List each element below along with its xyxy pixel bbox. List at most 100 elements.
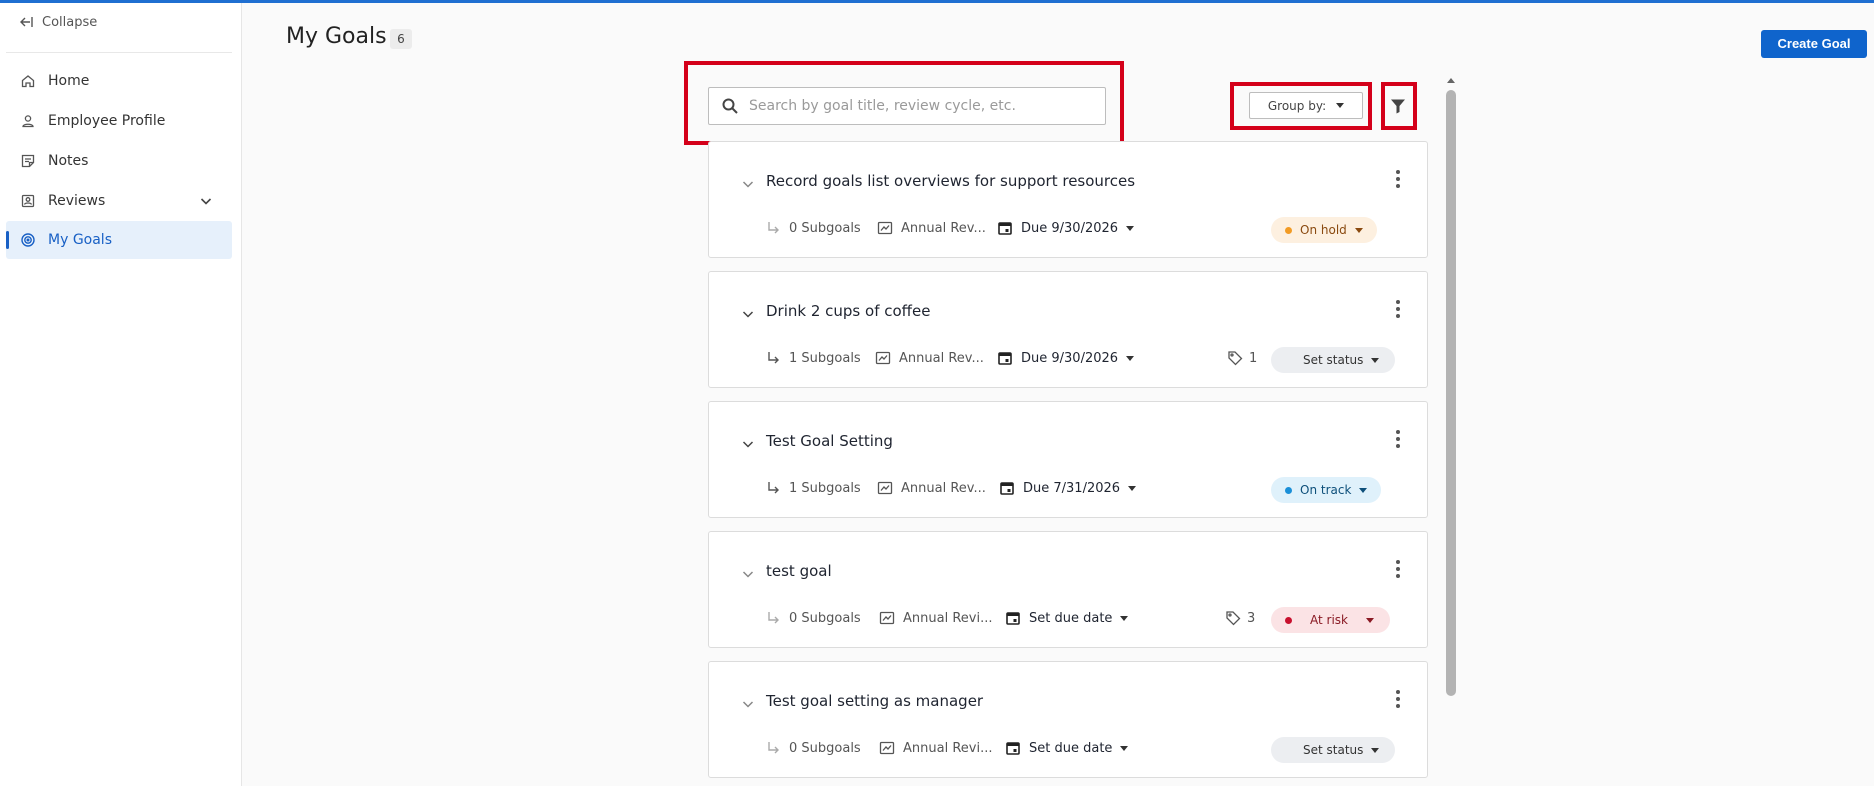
goal-title[interactable]: Drink 2 cups of coffee [766,302,930,320]
search-input[interactable] [749,98,1089,114]
filter-icon [1391,99,1405,114]
create-goal-button[interactable]: Create Goal [1761,30,1867,58]
review-cycle-icon [877,221,893,235]
goal-title[interactable]: Test Goal Setting [766,432,893,450]
sidebar-item-employee-profile[interactable]: Employee Profile [6,102,232,140]
sidebar: Collapse Home Employee Profile Notes Rev… [0,3,242,786]
subgoals-info: 0 Subgoals [765,740,861,756]
target-icon [21,233,35,247]
chevron-down-icon[interactable] [741,697,755,711]
tags-info[interactable]: 3 [1225,610,1255,626]
subgoals-info: 1 Subgoals [765,350,861,366]
calendar-icon [998,222,1012,235]
scrollbar[interactable] [1444,78,1458,786]
sidebar-item-home[interactable]: Home [6,62,232,100]
subgoals-count: 1 Subgoals [789,480,861,496]
more-options-icon[interactable] [1395,560,1401,578]
review-cycle: Annual Rev... [877,220,986,236]
scrollbar-thumb[interactable] [1446,90,1456,696]
subgoals-count: 0 Subgoals [789,740,861,756]
status-label: On track [1300,483,1352,497]
status-label: At risk [1310,613,1348,627]
goal-title[interactable]: test goal [766,562,832,580]
tags-count: 1 [1249,350,1258,366]
chevron-down-icon[interactable] [741,177,755,191]
collapse-label: Collapse [42,14,98,30]
chevron-down-icon[interactable] [198,193,214,209]
goal-card[interactable]: test goal 0 Subgoals Annual Revi... Set … [708,531,1428,648]
review-cycle-label: Annual Revi... [903,610,993,626]
goal-title[interactable]: Test goal setting as manager [766,692,983,710]
subgoals-info: 0 Subgoals [765,220,861,236]
caret-down-icon [1336,103,1345,108]
caret-down-icon [1126,355,1135,361]
status-dot [1285,486,1292,494]
due-date-dropdown[interactable]: Due 9/30/2026 [997,350,1135,366]
status-label: Set status [1303,743,1364,757]
calendar-icon [998,352,1012,365]
calendar-icon [1006,612,1020,625]
due-date-label: Due 9/30/2026 [1021,350,1119,366]
subgoal-arrow-icon [768,352,779,364]
more-options-icon[interactable] [1395,170,1401,188]
group-by-dropdown[interactable]: Group by: [1249,92,1363,119]
goal-card[interactable]: Record goals list overviews for support … [708,141,1428,258]
caret-down-icon [1359,487,1368,493]
caret-down-icon [1354,227,1363,233]
goal-title[interactable]: Record goals list overviews for support … [766,172,1135,190]
sidebar-item-notes[interactable]: Notes [6,142,232,180]
due-date-label: Due 9/30/2026 [1021,220,1119,236]
sidebar-divider [6,52,232,53]
review-cycle: Annual Revi... [879,740,992,756]
tag-icon [1226,611,1241,626]
caret-down-icon [1120,745,1129,751]
review-cycle-icon [877,481,893,495]
sidebar-item-label: Employee Profile [48,113,166,129]
sidebar-item-label: Reviews [48,193,106,209]
sidebar-item-my-goals[interactable]: My Goals [6,221,232,259]
filter-button[interactable] [1386,96,1410,116]
caret-down-icon [1366,617,1374,623]
caret-down-icon [1371,747,1380,753]
status-dot [1285,616,1292,624]
due-date-dropdown[interactable]: Set due date [1005,740,1129,756]
review-cycle-icon [875,351,891,365]
caret-down-icon [1120,615,1129,621]
tag-icon [1228,351,1243,366]
status-dropdown[interactable]: Set status [1271,737,1396,763]
chevron-down-icon[interactable] [741,437,755,451]
status-dropdown[interactable]: On track [1271,477,1382,503]
review-cycle-icon [879,741,895,755]
subgoals-info: 1 Subgoals [765,480,861,496]
sidebar-item-label: Notes [48,153,89,169]
subgoal-arrow-icon [768,612,779,624]
due-date-label: Set due date [1029,610,1113,626]
subgoals-info: 0 Subgoals [765,610,861,626]
sidebar-item-label: My Goals [48,232,112,248]
due-date-label: Due 7/31/2026 [1023,480,1121,496]
review-cycle-label: Annual Rev... [901,480,986,496]
caret-down-icon [1371,357,1380,363]
sidebar-item-reviews[interactable]: Reviews [6,182,232,220]
collapse-button[interactable]: Collapse [18,14,97,30]
status-dropdown[interactable]: On hold [1271,217,1377,243]
goal-card[interactable]: Drink 2 cups of coffee 1 Subgoals Annual… [708,271,1428,388]
search-icon [722,98,738,114]
goal-card[interactable]: Test Goal Setting 1 Subgoals Annual Rev.… [708,401,1428,518]
chevron-down-icon[interactable] [741,307,755,321]
goal-card[interactable]: Test goal setting as manager 0 Subgoals … [708,661,1428,778]
more-options-icon[interactable] [1395,300,1401,318]
review-cycle-icon [879,611,895,625]
status-dot [1285,226,1292,234]
due-date-dropdown[interactable]: Set due date [1005,610,1129,626]
more-options-icon[interactable] [1395,430,1401,448]
status-dropdown[interactable]: Set status [1271,347,1396,373]
notes-icon [21,154,35,168]
tags-info[interactable]: 1 [1227,350,1257,366]
due-date-dropdown[interactable]: Due 9/30/2026 [997,220,1135,236]
scroll-up-arrow-icon[interactable] [1447,78,1455,83]
due-date-dropdown[interactable]: Due 7/31/2026 [999,480,1137,496]
status-dropdown[interactable]: At risk [1271,607,1390,633]
more-options-icon[interactable] [1395,690,1401,708]
chevron-down-icon[interactable] [741,567,755,581]
